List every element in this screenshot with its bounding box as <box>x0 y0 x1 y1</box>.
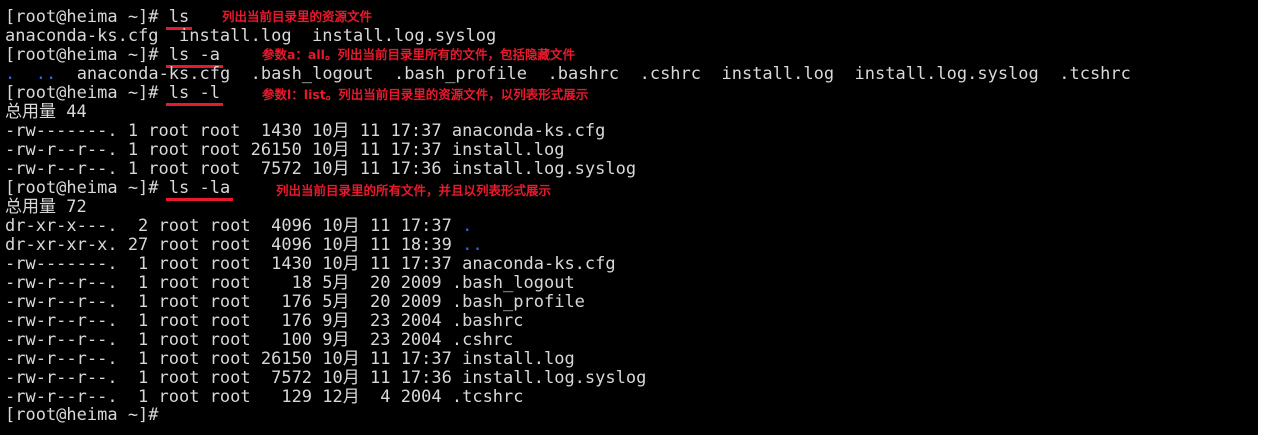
command-ls-a: ls -a <box>165 45 224 68</box>
list-row-meta: dr-xr-xr-x. 27 root root 4096 10月 11 18:… <box>5 235 463 255</box>
dir-parent: .. <box>35 64 57 84</box>
list-row: -rw-r--r--. 1 root root 100 9月 23 2004 .… <box>5 330 514 350</box>
dir-parent: .. <box>462 235 483 255</box>
annotation-ls-la: 列出当前目录里的所有文件，并且以列表形式展示 <box>276 183 552 198</box>
list-row: -rw-r--r--. 1 root root 176 9月 23 2004 .… <box>5 311 524 331</box>
prompt: [root@heima ~]# <box>5 178 169 198</box>
command-ls-l: ls -l <box>165 83 224 106</box>
prompt: [root@heima ~]# <box>5 7 169 27</box>
list-row: -rw-------. 1 root root 1430 10月 11 17:3… <box>5 254 616 274</box>
list-row-meta: dr-xr-x---. 2 root root 4096 10月 11 17:3… <box>5 216 463 236</box>
dir-current: . <box>5 64 16 84</box>
annotation-ls-l: 参数l：list。列出当前目录里的资源文件，以列表形式展示 <box>262 87 589 102</box>
prompt: [root@heima ~]# <box>5 45 169 65</box>
prompt-line-final[interactable]: [root@heima ~]# <box>5 405 169 425</box>
prompt-line-ls-a: [root@heima ~]# ls -a <box>5 45 224 68</box>
list-row: -rw-r--r--. 1 root root 26150 10月 11 17:… <box>5 349 575 369</box>
list-row: -rw-r--r--. 1 root root 129 12月 4 2004 .… <box>5 387 524 407</box>
prompt-line-ls-la: [root@heima ~]# ls -la <box>5 178 234 201</box>
prompt: [root@heima ~]# <box>5 405 169 425</box>
list-row: -rw-r--r--. 1 root root 7572 10月 11 17:3… <box>5 159 637 179</box>
prompt: [root@heima ~]# <box>5 83 169 103</box>
list-row: -rw-r--r--. 1 root root 7572 10月 11 17:3… <box>5 368 647 388</box>
list-row: -rw-r--r--. 1 root root 26150 10月 11 17:… <box>5 140 565 160</box>
list-row: dr-xr-x---. 2 root root 4096 10月 11 17:3… <box>5 216 472 236</box>
output-ls: anaconda-ks.cfg install.log install.log.… <box>5 26 497 46</box>
terminal-window[interactable]: [root@heima ~]# ls 列出当前目录里的资源文件 anaconda… <box>0 0 1258 435</box>
output-ls-a-files: anaconda-ks.cfg .bash_logout .bash_profi… <box>56 64 1131 84</box>
list-row: -rw-------. 1 root root 1430 10月 11 17:3… <box>5 121 606 141</box>
total-ls-la: 总用量 72 <box>5 197 87 217</box>
total-ls-l: 总用量 44 <box>5 102 87 122</box>
dir-current: . <box>462 216 473 236</box>
prompt-line-ls: [root@heima ~]# ls <box>5 7 193 30</box>
output-ls-a: . .. anaconda-ks.cfg .bash_logout .bash_… <box>5 64 1131 84</box>
annotation-ls: 列出当前目录里的资源文件 <box>222 9 373 24</box>
list-row: dr-xr-xr-x. 27 root root 4096 10月 11 18:… <box>5 235 483 255</box>
prompt-line-ls-l: [root@heima ~]# ls -l <box>5 83 224 106</box>
command-ls-la: ls -la <box>165 178 234 201</box>
list-row: -rw-r--r--. 1 root root 176 5月 20 2009 .… <box>5 292 585 312</box>
list-row: -rw-r--r--. 1 root root 18 5月 20 2009 .b… <box>5 273 575 293</box>
annotation-ls-a: 参数a：all。列出当前目录里所有的文件，包括隐藏文件 <box>262 47 575 62</box>
command-ls: ls <box>165 7 193 30</box>
